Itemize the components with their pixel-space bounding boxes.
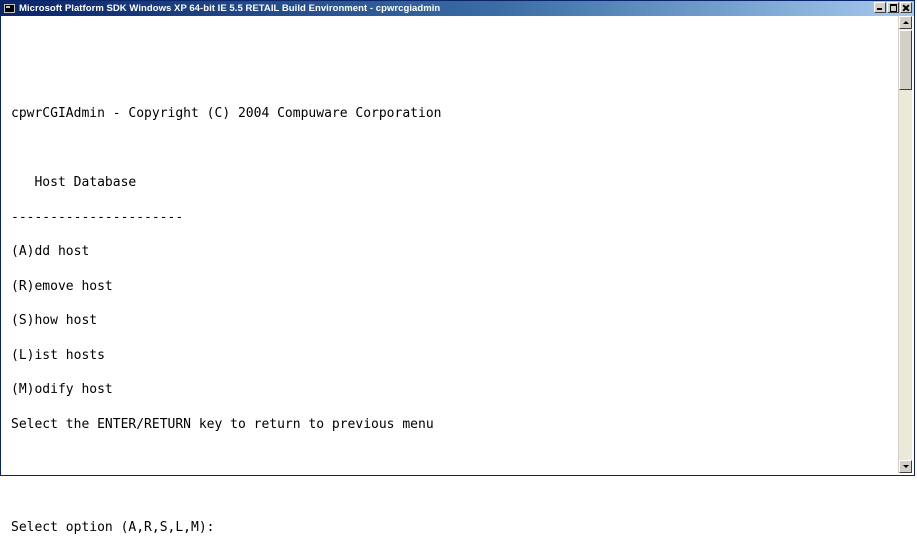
maximize-icon[interactable] (887, 2, 899, 13)
select-option-prompt[interactable]: Select option (A,R,S,L,M): (11, 521, 441, 533)
scroll-up-icon[interactable] (899, 16, 912, 29)
menu-divider: ---------------------- (11, 209, 184, 225)
close-icon[interactable] (900, 2, 912, 13)
console-output[interactable]: cpwrCGIAdmin - Copyright (C) 2004 Compuw… (3, 16, 898, 534)
menu-option-show-host: (S)how host (11, 313, 98, 328)
console-app-icon[interactable] (4, 4, 15, 13)
vertical-scrollbar[interactable] (898, 16, 912, 473)
return-instruction: Select the ENTER/RETURN key to return to… (11, 416, 434, 432)
console-window: Microsoft Platform SDK Windows XP 64-bit… (0, 0, 915, 534)
scroll-thumb[interactable] (899, 30, 912, 90)
menu-option-modify-host: (M)odify host (11, 382, 113, 397)
window-title: Microsoft Platform SDK Windows XP 64-bit… (19, 3, 441, 14)
copyright-line: cpwrCGIAdmin - Copyright (C) 2004 Compuw… (11, 106, 442, 121)
menu-option-add-host: (A)dd host (11, 244, 90, 259)
menu-option-list-hosts: (L)ist hosts (11, 347, 105, 363)
minimize-icon[interactable] (874, 2, 886, 13)
menu-heading: Host Database (11, 175, 137, 190)
menu-option-remove-host: (R)emove host (11, 278, 113, 294)
caption-buttons (873, 2, 912, 13)
scroll-down-icon[interactable] (899, 460, 912, 473)
console-text: cpwrCGIAdmin - Copyright (C) 2004 Compuw… (11, 16, 441, 557)
title-bar[interactable]: Microsoft Platform SDK Windows XP 64-bit… (1, 1, 914, 16)
